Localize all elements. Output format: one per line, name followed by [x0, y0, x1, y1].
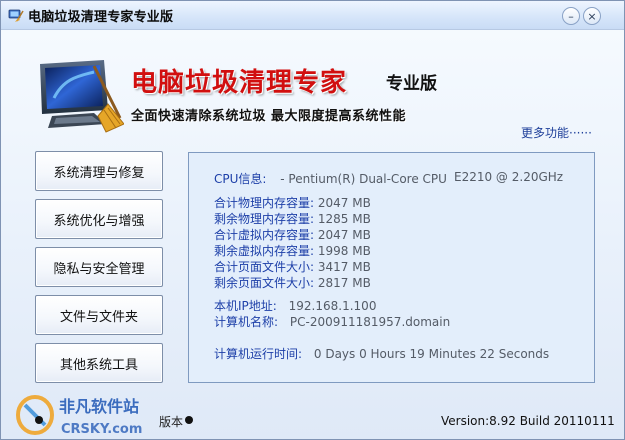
sidebar-item-label: 隐私与安全管理 — [53, 261, 145, 277]
banner-edition: 专业版 — [386, 74, 437, 94]
ip-label: 本机IP地址: — [214, 299, 277, 313]
uptime-label: 计算机运行时间: — [214, 347, 303, 361]
window-title: 电脑垃圾清理专家专业版 — [28, 10, 174, 25]
more-features-label: 更多功能 — [521, 126, 570, 140]
cpu-model: E2210 @ 2.20GHz — [454, 170, 564, 184]
computer-cleaner-logo-icon — [40, 60, 124, 133]
computer-name-row: 计算机名称: PC-200911181957.domain — [214, 313, 450, 330]
ip-value: 192.168.1.100 — [288, 299, 377, 313]
more-features-dots: ······ — [569, 126, 592, 140]
memory-label: 合计物理内存容量: — [214, 196, 315, 210]
other-tools-button[interactable]: 其他系统工具 — [35, 343, 163, 383]
watermark-top-text: 非凡软件站 — [59, 397, 139, 416]
memory-row: 合计虚拟内存容量: 2047 MB — [214, 226, 371, 243]
memory-value: 1285 MB — [317, 212, 371, 226]
minimize-icon: – — [568, 9, 574, 23]
system-optimize-button[interactable]: 系统优化与增强 — [35, 199, 163, 239]
memory-value: 2817 MB — [317, 276, 371, 290]
sidebar-item-label: 系统清理与修复 — [53, 165, 145, 181]
footer-bullet-icon — [185, 416, 193, 424]
minimize-button[interactable]: – — [562, 7, 580, 25]
more-features-link[interactable]: 更多功能······ — [521, 124, 592, 141]
uptime-row: 计算机运行时间: 0 Days 0 Hours 19 Minutes 22 Se… — [214, 345, 549, 362]
close-icon: × — [587, 9, 597, 23]
footer-version-link[interactable]: 版本 — [159, 413, 183, 430]
memory-label: 合计页面文件大小: — [214, 260, 315, 274]
app-window: 电脑垃圾清理专家专业版 – × 电脑垃圾清理专家 专业版 全面快速清除系统垃圾 … — [0, 0, 625, 440]
cpu-info-row: CPU信息: - Pentium(R) Dual-Core CPU — [214, 170, 447, 187]
memory-row: 合计页面文件大小: 3417 MB — [214, 258, 371, 275]
privacy-security-button[interactable]: 隐私与安全管理 — [35, 247, 163, 287]
memory-value: 1998 MB — [317, 244, 371, 258]
version-text: Version:8.92 Build 20110111 — [441, 414, 615, 428]
memory-value: 3417 MB — [317, 260, 371, 274]
memory-row: 剩余物理内存容量: 1285 MB — [214, 210, 371, 227]
crsky-watermark-logo: 非凡软件站 CRSKY.com — [16, 395, 142, 437]
memory-label: 剩余物理内存容量: — [214, 212, 315, 226]
app-broom-icon — [8, 9, 24, 22]
sidebar-item-label: 系统优化与增强 — [53, 213, 145, 229]
watermark-bottom-text: CRSKY.com — [61, 422, 142, 437]
sidebar-item-label: 其他系统工具 — [59, 357, 138, 373]
computer-name-label: 计算机名称: — [214, 315, 279, 329]
banner-subtitle: 全面快速清除系统垃圾 最大限度提高系统性能 — [131, 109, 407, 124]
footer-bullet-icon — [35, 416, 43, 424]
sidebar-item-label: 文件与文件夹 — [59, 309, 138, 325]
memory-row: 合计物理内存容量: 2047 MB — [214, 194, 371, 211]
computer-name-value: PC-200911181957.domain — [289, 315, 451, 329]
ip-address-row: 本机IP地址: 192.168.1.100 — [214, 297, 376, 314]
system-cleanup-repair-button[interactable]: 系统清理与修复 — [35, 151, 163, 191]
title-bar[interactable]: 电脑垃圾清理专家专业版 – × — [1, 1, 624, 30]
close-button[interactable]: × — [583, 7, 601, 25]
files-folders-button[interactable]: 文件与文件夹 — [35, 295, 163, 335]
system-info-panel: CPU信息: - Pentium(R) Dual-Core CPU E2210 … — [188, 152, 595, 383]
banner-title: 电脑垃圾清理专家 — [131, 68, 348, 98]
memory-label: 合计虚拟内存容量: — [214, 228, 315, 242]
memory-value: 2047 MB — [317, 196, 371, 210]
memory-label: 剩余页面文件大小: — [214, 276, 315, 290]
cpu-label: CPU信息: — [214, 172, 267, 186]
memory-row: 剩余虚拟内存容量: 1998 MB — [214, 242, 371, 259]
memory-row: 剩余页面文件大小: 2817 MB — [214, 274, 371, 291]
memory-value: 2047 MB — [317, 228, 371, 242]
cpu-value: - Pentium(R) Dual-Core CPU — [280, 172, 447, 186]
uptime-value: 0 Days 0 Hours 19 Minutes 22 Seconds — [313, 347, 550, 361]
memory-label: 剩余虚拟内存容量: — [214, 244, 315, 258]
